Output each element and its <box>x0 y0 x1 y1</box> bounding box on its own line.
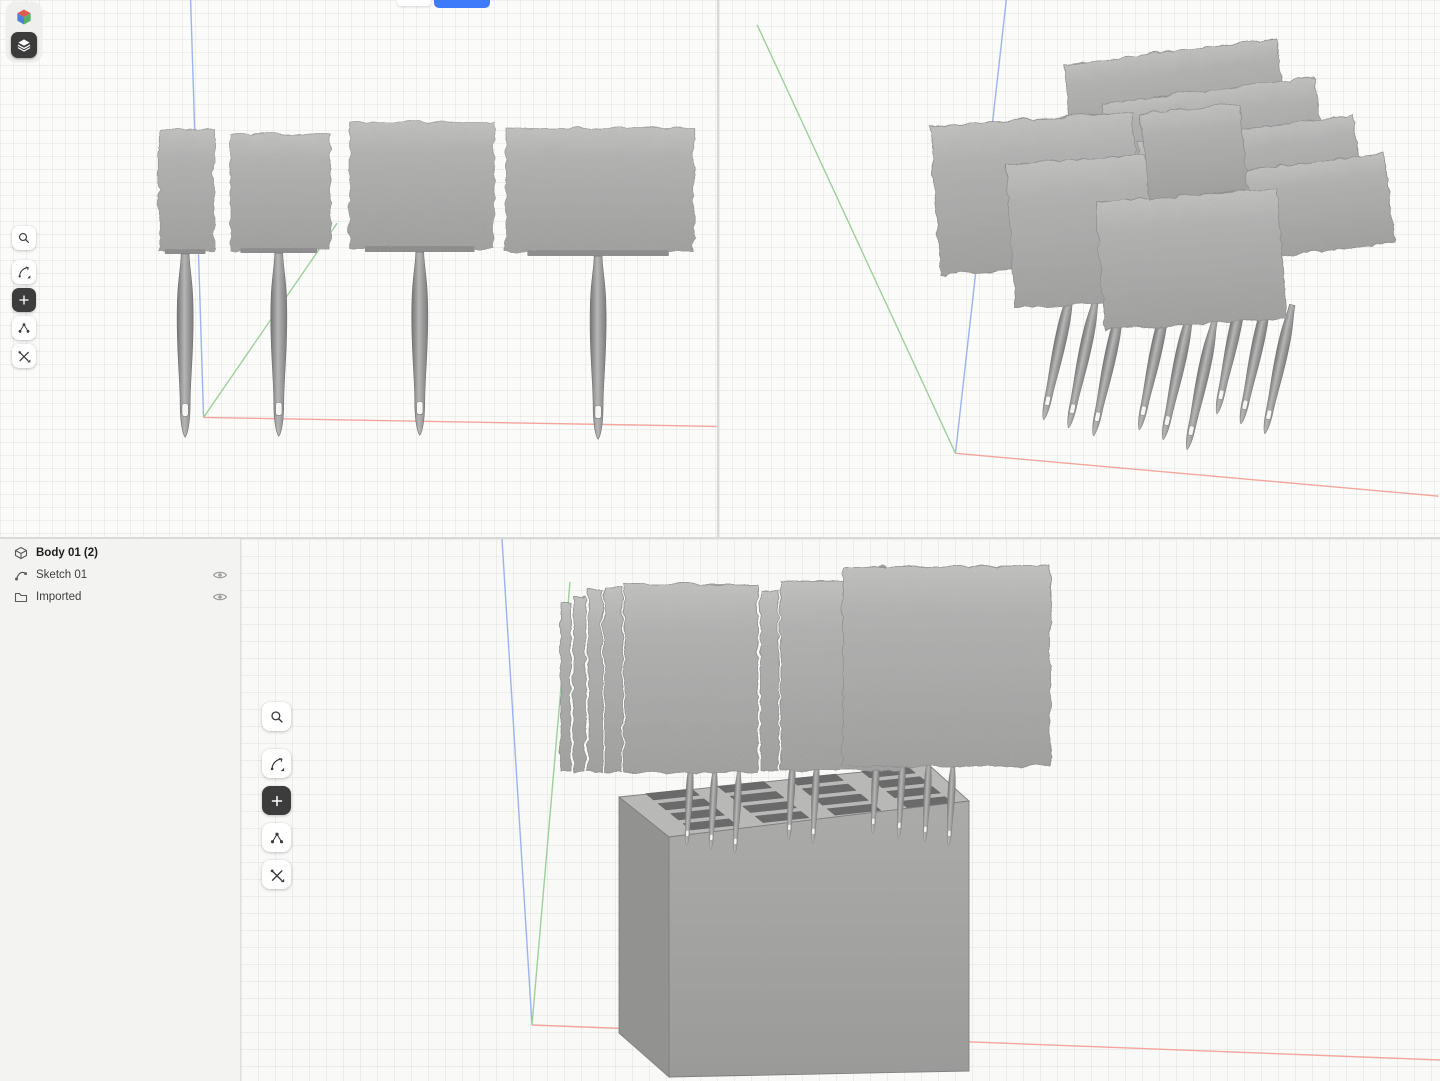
arc-tool-icon <box>268 755 286 773</box>
list-item-label: Sketch 01 <box>36 569 204 581</box>
box-left-face <box>619 797 669 1077</box>
search-icon <box>16 230 32 246</box>
submenu-triangle-icon <box>27 275 30 278</box>
search-icon <box>268 708 286 726</box>
zoom-button[interactable] <box>12 226 36 250</box>
submenu-triangle-icon <box>280 767 283 770</box>
list-item-label: Imported <box>36 591 204 603</box>
list-item-label: Body 01 (2) <box>36 547 228 559</box>
list-item-sketch[interactable]: Sketch 01 <box>0 564 240 586</box>
sketch-icon <box>14 568 28 582</box>
viewport-front[interactable] <box>0 0 719 539</box>
add-button[interactable] <box>12 288 36 312</box>
tools-button[interactable] <box>12 344 36 368</box>
corner-toolbar <box>6 2 42 62</box>
visibility-eye-icon[interactable] <box>212 591 228 603</box>
viewport-toolbar <box>12 226 36 372</box>
iso-view-scene <box>719 0 1440 537</box>
zoom-button[interactable] <box>262 702 291 731</box>
view-orientation-button[interactable] <box>11 4 37 30</box>
model-holder-box[interactable] <box>619 765 969 1077</box>
box-front-face <box>669 801 969 1077</box>
app-window: Body 01 (2) Sketch 01 <box>0 0 1440 1081</box>
model-brush-stack-iso[interactable] <box>929 37 1394 451</box>
plus-icon <box>16 292 32 308</box>
top-viewport-row <box>0 0 1440 539</box>
list-item-body[interactable]: Body 01 (2) <box>0 542 240 564</box>
list-item-imported[interactable]: Imported <box>0 586 240 608</box>
items-panel: Body 01 (2) Sketch 01 <box>0 539 241 1081</box>
sketch-button[interactable] <box>12 260 36 284</box>
layers-button[interactable] <box>11 32 37 58</box>
layers-icon <box>15 36 33 54</box>
model-brush-4[interactable] <box>504 127 692 440</box>
transform-button[interactable] <box>262 823 291 852</box>
model-brush-2[interactable] <box>228 133 329 437</box>
sketch-button[interactable] <box>262 749 291 778</box>
viewport-toolbar <box>262 702 291 897</box>
arc-tool-icon <box>16 264 32 280</box>
brush-heads <box>559 565 1049 771</box>
tools-button[interactable] <box>262 860 291 889</box>
model-brush-3[interactable] <box>348 121 492 436</box>
front-view-scene <box>0 0 717 537</box>
folder-icon <box>14 590 28 604</box>
tools-icon <box>16 348 32 364</box>
viewport-iso-top[interactable] <box>719 0 1440 539</box>
secondary-action-button[interactable] <box>397 0 431 6</box>
cube-icon <box>14 7 34 27</box>
model-brush-1[interactable] <box>158 128 213 438</box>
viewport-perspective[interactable] <box>241 539 1440 1081</box>
bottom-viewport-row: Body 01 (2) Sketch 01 <box>0 539 1440 1081</box>
body-cube-icon <box>14 546 28 560</box>
transform-button[interactable] <box>12 316 36 340</box>
brush-heads <box>929 37 1394 329</box>
add-button[interactable] <box>262 786 291 815</box>
transform-icon <box>16 320 32 336</box>
transform-icon <box>268 829 286 847</box>
plus-icon <box>268 792 286 810</box>
primary-action-button[interactable] <box>434 0 490 8</box>
tools-icon <box>268 866 286 884</box>
perspective-view-scene <box>241 539 1440 1081</box>
visibility-eye-icon[interactable] <box>212 569 228 581</box>
